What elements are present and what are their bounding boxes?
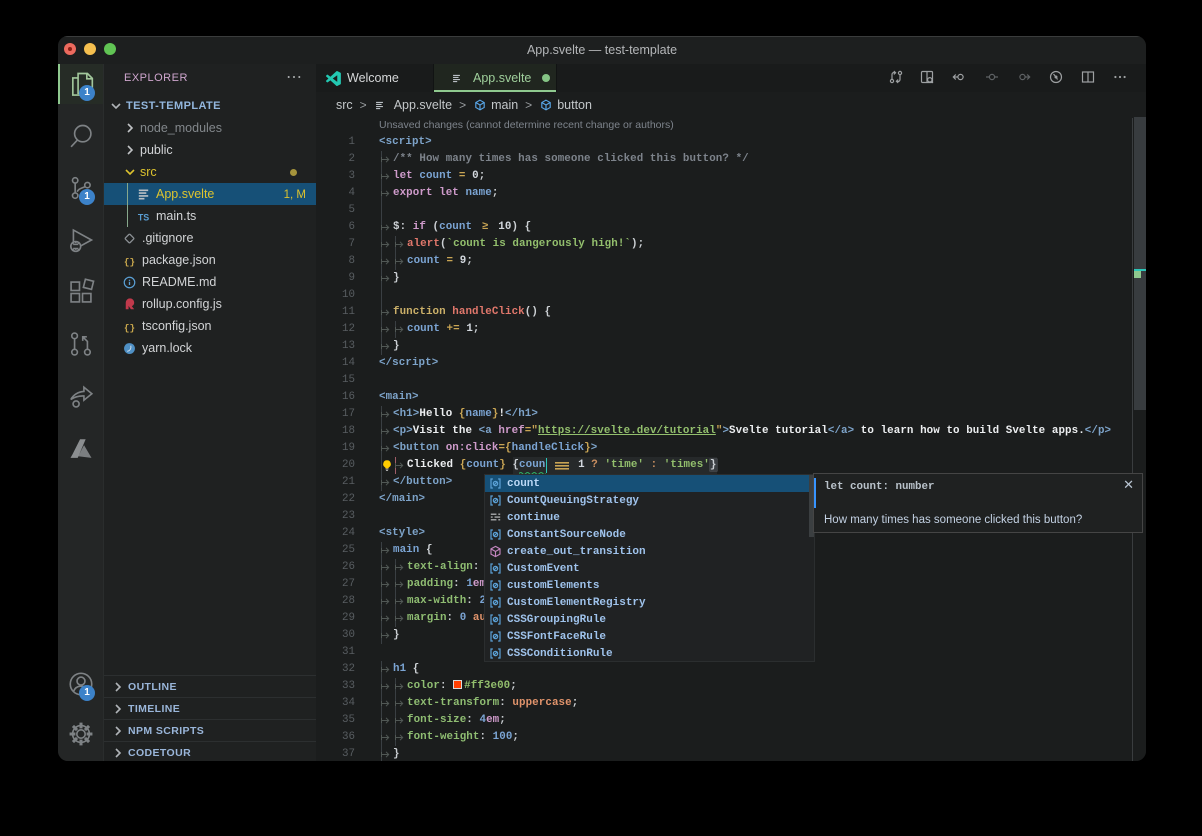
svg-text:{}: {} bbox=[124, 256, 135, 267]
svg-text:TS: TS bbox=[138, 212, 149, 222]
svg-text:{}: {} bbox=[124, 322, 135, 333]
